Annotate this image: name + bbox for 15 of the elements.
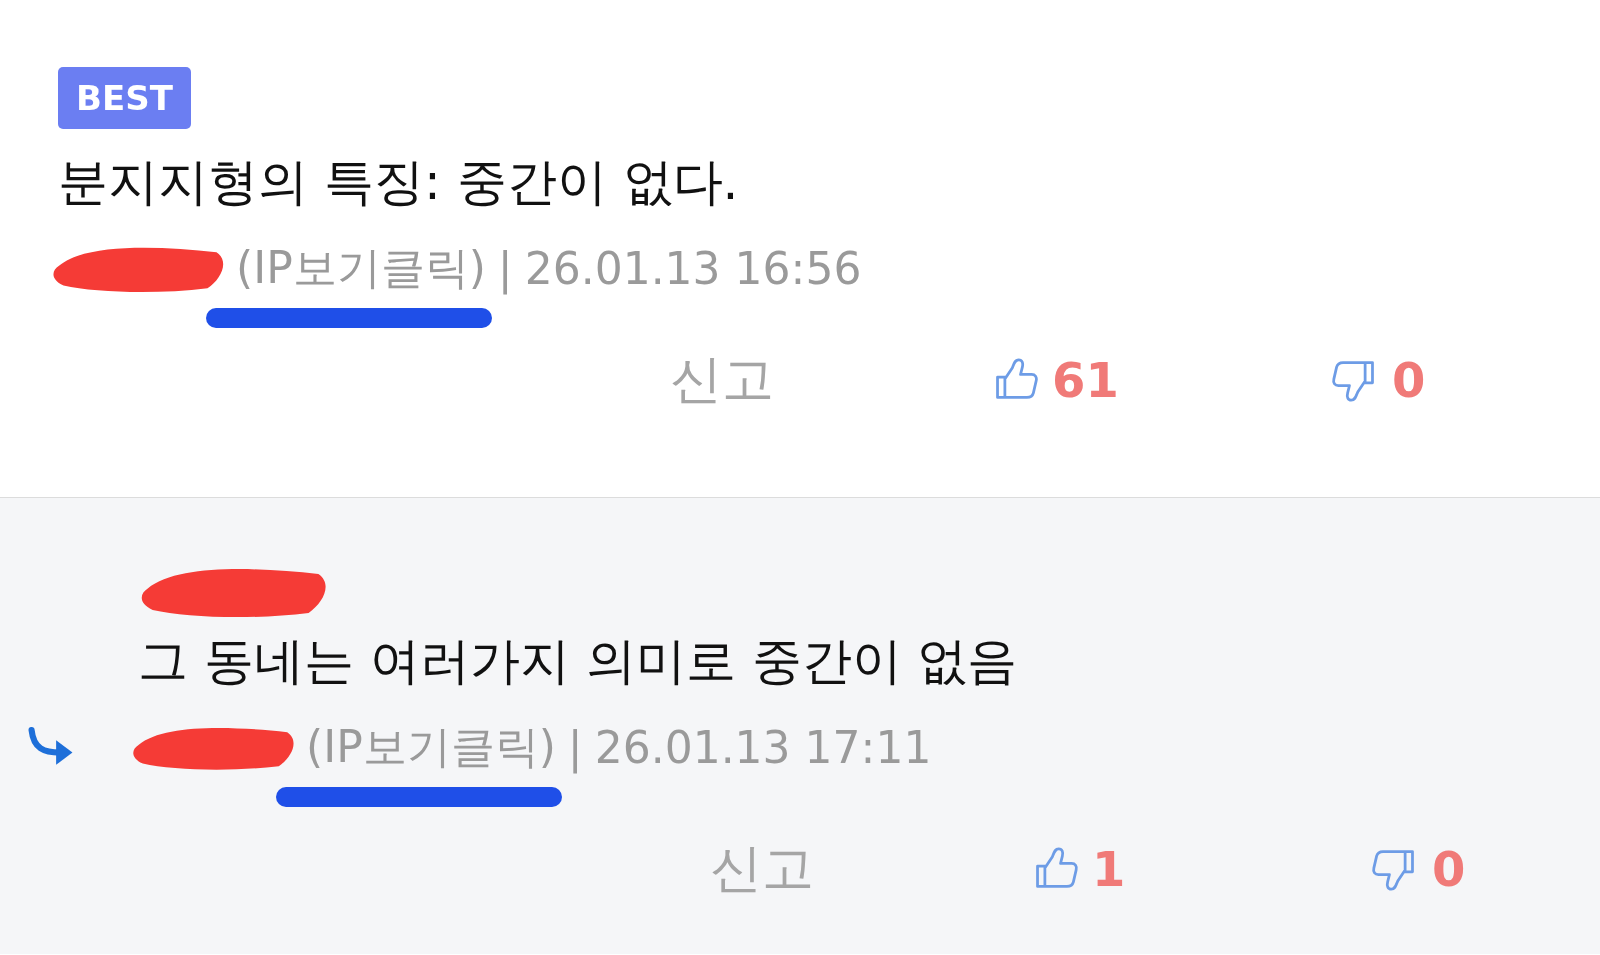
comment-text: 분지지형의 특징: 중간이 없다.	[58, 152, 739, 213]
separator: |	[567, 721, 583, 773]
report-button[interactable]: 신고	[670, 345, 990, 415]
ip-link[interactable]: (IP보기클릭)	[236, 241, 486, 293]
timestamp: 26.01.13 17:11	[594, 721, 932, 773]
ip-link[interactable]: (IP보기클릭)	[306, 720, 556, 772]
dislike-count: 0	[1392, 352, 1426, 408]
like-count: 1	[1092, 841, 1126, 897]
like-count: 61	[1052, 352, 1119, 408]
best-badge: BEST	[58, 67, 191, 129]
comment-text: 그 동네는 여러가지 의미로 중간이 없음	[138, 631, 1018, 692]
timestamp: 26.01.13 16:56	[524, 242, 862, 294]
report-button[interactable]: 신고	[710, 834, 1030, 904]
dislike-count: 0	[1432, 841, 1466, 897]
separator: |	[497, 242, 513, 294]
